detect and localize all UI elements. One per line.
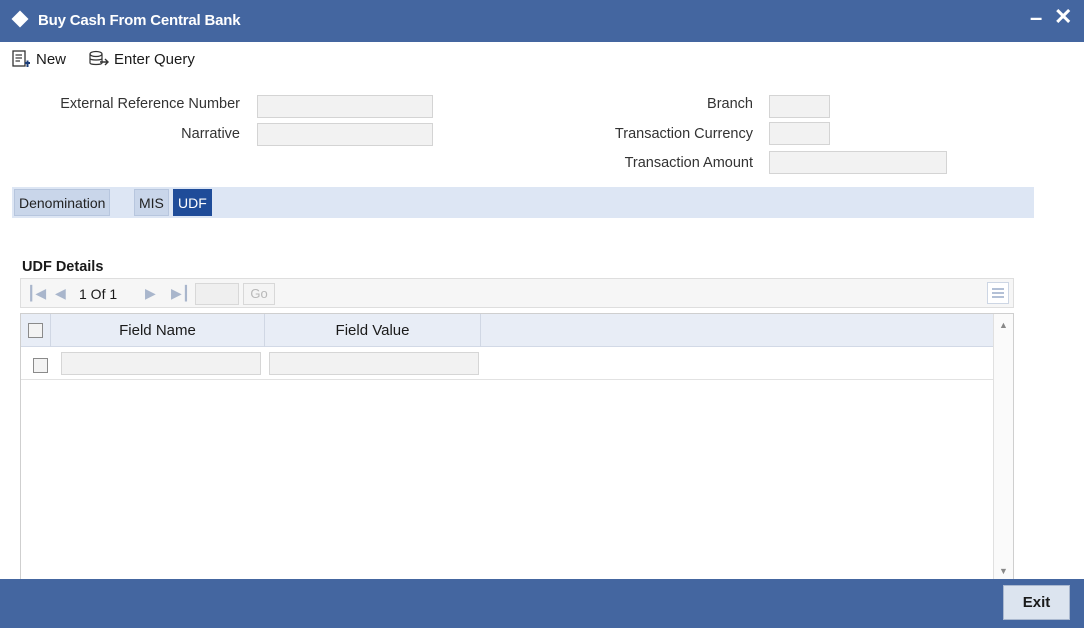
external-reference-number-field[interactable] [257,95,433,118]
enter-query-icon [89,50,109,66]
footer-bar: Exit [0,579,1084,628]
transaction-currency-label: Transaction Currency [614,126,753,142]
table-row [21,348,993,380]
scroll-up-icon[interactable]: ▲ [999,320,1008,330]
narrative-label: Narrative [181,126,240,142]
transaction-currency-field[interactable] [769,122,830,145]
udf-details-title: UDF Details [22,259,104,275]
go-button[interactable]: Go [243,283,275,305]
select-all-checkbox[interactable] [28,323,43,338]
field-name-cell[interactable] [61,352,261,375]
transaction-amount-field[interactable] [769,151,947,174]
branch-field[interactable] [769,95,830,118]
field-name-header[interactable]: Field Name [51,314,265,347]
field-value-cell[interactable] [269,352,479,375]
vertical-scrollbar[interactable]: ▲ ▼ [993,314,1013,585]
column-menu-icon[interactable] [987,282,1009,304]
external-reference-number-label: External Reference Number [60,96,240,112]
prev-page-icon[interactable]: ◀ [55,285,66,302]
enter-query-label: Enter Query [114,50,195,68]
diamond-icon [11,10,29,28]
scroll-down-icon[interactable]: ▼ [999,566,1008,576]
row-checkbox[interactable] [33,358,48,373]
narrative-field[interactable] [257,123,433,146]
field-value-header[interactable]: Field Value [265,314,481,347]
page-indicator: 1 Of 1 [79,286,118,302]
udf-grid: Field Name Field Value ▲ ▼ [20,313,1014,586]
transaction-amount-label: Transaction Amount [624,155,753,171]
toolbar: New Enter Query [0,42,1084,76]
exit-button[interactable]: Exit [1003,585,1070,620]
window-title: Buy Cash From Central Bank [38,12,241,29]
next-page-icon[interactable]: ▶ [145,285,156,302]
new-button[interactable]: New [12,50,66,68]
page-number-input[interactable] [195,283,239,305]
minimize-button[interactable]: – [1030,5,1042,31]
enter-query-button[interactable]: Enter Query [88,50,195,68]
window-titlebar: Buy Cash From Central Bank – ✕ [0,0,1084,42]
first-page-icon[interactable]: ┃◀ [27,285,46,302]
tab-udf[interactable]: UDF [173,189,212,216]
udf-pager: ┃◀ ◀ 1 Of 1 ▶ ▶┃ Go [20,278,1014,308]
close-button[interactable]: ✕ [1054,4,1072,30]
select-all-cell [21,314,51,347]
branch-label: Branch [707,96,753,112]
new-label: New [36,50,67,68]
grid-header: Field Name Field Value [21,314,993,347]
new-doc-icon [12,50,30,67]
tab-strip: Denomination MIS UDF [12,187,1034,218]
tab-mis[interactable]: MIS [134,189,169,216]
tab-denomination[interactable]: Denomination [14,189,111,216]
last-page-icon[interactable]: ▶┃ [171,285,190,302]
